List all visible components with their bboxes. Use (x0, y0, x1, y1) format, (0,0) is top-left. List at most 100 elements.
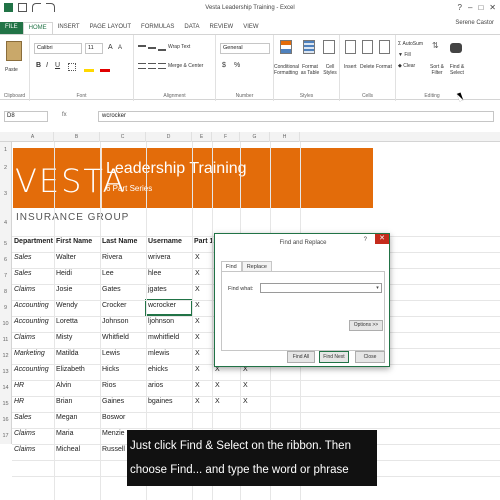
paste-icon[interactable] (6, 41, 22, 61)
tab-insert[interactable]: INSERT (53, 22, 85, 34)
tab-page-layout[interactable]: PAGE LAYOUT (85, 22, 136, 34)
wrap-text-button[interactable]: Wrap Text (168, 44, 190, 50)
caption-line-1: Just click Find & Select on the ribbon. … (130, 440, 351, 452)
clipboard-label: Clipboard (3, 93, 26, 99)
tab-formulas[interactable]: FORMULAS (136, 22, 179, 34)
column-header[interactable]: H (270, 132, 300, 142)
percent-button[interactable]: % (234, 62, 240, 69)
chevron-down-icon[interactable]: ▾ (374, 284, 381, 292)
row-header[interactable]: 13 (0, 364, 12, 380)
row-header[interactable]: 6 (0, 252, 12, 268)
column-header[interactable]: B (54, 132, 100, 142)
row-header[interactable]: 2 (0, 158, 12, 178)
minimize-icon[interactable]: – (468, 3, 472, 12)
close-button[interactable]: Close (355, 351, 385, 363)
formula-input[interactable]: wcrocker (98, 111, 494, 122)
tab-view[interactable]: VIEW (238, 22, 263, 34)
row-header[interactable]: 1 (0, 142, 12, 158)
row-header[interactable]: 14 (0, 380, 12, 396)
editing-group: Σ AutoSum ▼ Fill ◆ Clear ⇅ Sort & Filter… (396, 35, 468, 101)
find-select-button[interactable]: Find & Select (446, 64, 468, 76)
insert-cells-icon[interactable] (345, 40, 356, 54)
row-header[interactable]: 10 (0, 316, 12, 332)
name-box[interactable]: D8 (4, 111, 48, 122)
row-header[interactable]: 8 (0, 284, 12, 300)
align-center-icon[interactable] (148, 63, 156, 69)
dialog-help-icon[interactable]: ? (364, 237, 367, 243)
align-middle-icon[interactable] (148, 47, 156, 49)
align-top-icon[interactable] (138, 45, 146, 51)
row-header[interactable]: 7 (0, 268, 12, 284)
clear-label: Clear (403, 63, 416, 69)
binoculars-icon[interactable] (450, 43, 462, 53)
fx-icon[interactable]: fx (62, 112, 67, 118)
row-header[interactable]: 4 (0, 210, 12, 236)
borders-icon[interactable] (68, 63, 76, 71)
font-color-icon[interactable] (100, 69, 110, 72)
format-as-table-button[interactable]: Format as Table (299, 64, 321, 76)
clear-button[interactable]: ◆ Clear (398, 63, 415, 69)
column-header[interactable]: A (12, 132, 54, 142)
row-header[interactable]: 3 (0, 178, 12, 210)
currency-button[interactable]: $ (222, 62, 226, 69)
excel-window: Vesta Leadership Training - Excel ? – □ … (0, 0, 500, 500)
sort-filter-button[interactable]: Sort & Filter (427, 64, 447, 76)
shrink-font-icon[interactable]: A (118, 45, 122, 51)
ribbon: Paste Clipboard Calibri 11 A A B I U Fon… (0, 34, 500, 102)
row-header[interactable]: 9 (0, 300, 12, 316)
row-header[interactable]: 17 (0, 428, 12, 444)
align-bottom-icon[interactable] (158, 45, 166, 51)
tab-home[interactable]: HOME (22, 22, 53, 34)
help-icon[interactable]: ? (458, 3, 462, 12)
row-header[interactable]: 12 (0, 348, 12, 364)
format-cells-icon[interactable] (379, 40, 390, 54)
tab-file[interactable]: FILE (0, 22, 23, 34)
bold-button[interactable]: B (36, 62, 41, 69)
maximize-icon[interactable]: □ (478, 3, 483, 12)
column-header[interactable]: G (240, 132, 270, 142)
column-header[interactable]: E (192, 132, 212, 142)
underline-button[interactable]: U (55, 62, 60, 69)
row-header[interactable]: 16 (0, 412, 12, 428)
autosum-label: AutoSum (402, 41, 424, 47)
user-name[interactable]: Serene Castor (455, 20, 494, 26)
delete-button[interactable]: Delete (360, 64, 374, 70)
paste-button[interactable]: Paste (5, 67, 18, 73)
active-cell[interactable] (145, 299, 193, 316)
font-name-select[interactable]: Calibri (34, 43, 82, 54)
delete-cells-icon[interactable] (362, 40, 373, 54)
column-header[interactable]: D (146, 132, 192, 142)
align-left-icon[interactable] (138, 63, 146, 69)
row-header[interactable]: 11 (0, 332, 12, 348)
dialog-close-icon[interactable]: ✕ (375, 234, 389, 244)
window-title: Vesta Leadership Training - Excel (205, 5, 295, 11)
insert-button[interactable]: Insert (344, 64, 357, 70)
autosum-button[interactable]: Σ AutoSum (398, 41, 423, 47)
find-all-button[interactable]: Find All (287, 351, 315, 363)
close-icon[interactable]: ✕ (489, 3, 496, 12)
grow-font-icon[interactable]: A (108, 44, 113, 51)
options-button[interactable]: Options >> (349, 320, 383, 331)
italic-button[interactable]: I (46, 62, 48, 69)
cell-styles-button[interactable]: Cell Styles (321, 64, 339, 76)
format-button[interactable]: Format (376, 64, 392, 70)
conditional-formatting-button[interactable]: Conditional Formatting (274, 64, 299, 76)
sort-filter-icon[interactable]: ⇅ (432, 41, 442, 55)
row-header[interactable]: 5 (0, 236, 12, 252)
tab-data[interactable]: DATA (179, 22, 204, 34)
align-right-icon[interactable] (158, 63, 166, 69)
find-what-input[interactable]: ▾ (260, 283, 382, 293)
format-as-table-icon[interactable] (303, 40, 315, 54)
column-header[interactable]: C (100, 132, 146, 142)
merge-center-button[interactable]: Merge & Center (168, 63, 203, 69)
tab-review[interactable]: REVIEW (205, 22, 239, 34)
number-format-select[interactable]: General (220, 43, 270, 54)
cell-styles-icon[interactable] (323, 40, 335, 54)
row-header[interactable]: 15 (0, 396, 12, 412)
fill-button[interactable]: ▼ Fill (398, 52, 411, 58)
fill-color-icon[interactable] (84, 69, 94, 72)
conditional-formatting-icon[interactable] (280, 40, 292, 54)
font-size-select[interactable]: 11 (85, 43, 103, 54)
find-next-button[interactable]: Find Next (319, 351, 349, 363)
column-header[interactable]: F (212, 132, 240, 142)
